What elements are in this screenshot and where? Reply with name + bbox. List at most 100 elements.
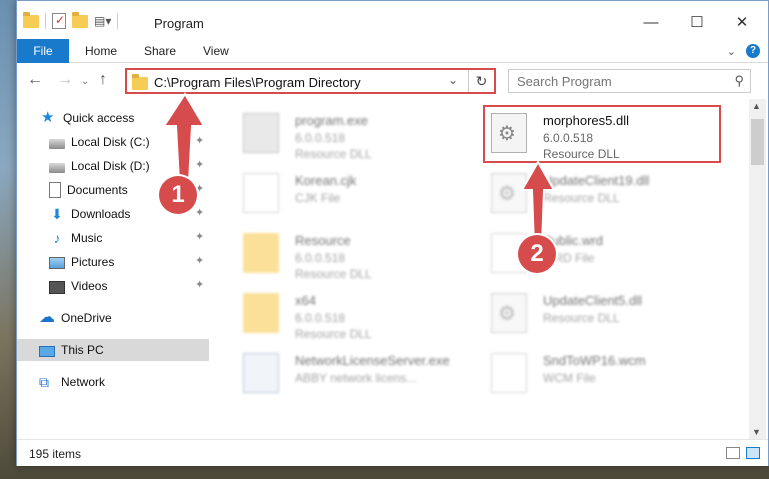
- pin-icon[interactable]: ✦: [195, 254, 204, 267]
- sidebar-item-label: Local Disk (D:): [71, 159, 150, 173]
- computer-icon: [39, 345, 55, 357]
- minimize-button[interactable]: —: [631, 9, 671, 37]
- folder-icon[interactable]: [23, 11, 39, 28]
- dll-icon: [491, 293, 527, 333]
- sidebar-item-pictures[interactable]: Pictures ✦: [49, 251, 219, 273]
- refresh-icon[interactable]: ↻: [468, 70, 494, 92]
- sidebar-item-label: Network: [61, 375, 106, 389]
- back-arrow-icon[interactable]: ←: [27, 71, 43, 89]
- file-type: WCM File: [543, 371, 596, 385]
- exe-icon: [243, 113, 279, 153]
- vertical-scrollbar[interactable]: ▲ ▼: [749, 99, 766, 439]
- step-callout-2: 2: [518, 235, 556, 273]
- properties-icon[interactable]: [52, 13, 66, 29]
- sidebar-item-label: Downloads: [71, 207, 131, 221]
- file-type: ABBY network licens...: [295, 371, 417, 385]
- file-name: UpdateClient19.dll: [543, 173, 650, 188]
- file-item[interactable]: Korean.cjk CJK File: [235, 165, 465, 223]
- sidebar-item-label: Documents: [67, 183, 128, 197]
- download-icon: ⬇: [51, 206, 63, 222]
- sidebar-item-onedrive[interactable]: ☁ OneDrive: [39, 307, 231, 329]
- file-name: UpdateClient5.dll: [543, 293, 643, 308]
- customize-toolbar-icon[interactable]: ▤▾: [94, 14, 111, 28]
- address-bar[interactable]: C:\Program Files\Program Directory ⌄ ↻: [125, 68, 496, 94]
- sidebar-item-network[interactable]: ⧉ Network: [39, 371, 231, 393]
- scroll-thumb[interactable]: [751, 119, 764, 165]
- tab-share[interactable]: Share: [144, 39, 176, 63]
- sidebar-item-label: This PC: [61, 343, 104, 357]
- file-item[interactable]: program.exe 6.0.0.518 Resource DLL: [235, 105, 465, 163]
- file-name: Korean.cjk: [295, 173, 357, 188]
- forward-arrow-icon[interactable]: →: [57, 71, 73, 89]
- search-box[interactable]: ⚲: [508, 69, 751, 93]
- scroll-up-icon[interactable]: ▲: [752, 101, 761, 111]
- status-bar: 195 items: [17, 439, 768, 466]
- videos-icon: [49, 280, 65, 294]
- folder-icon: [243, 293, 279, 333]
- document-icon: [49, 182, 61, 198]
- file-type: Resource DLL: [295, 327, 372, 341]
- file-name: NetworkLicenseServer.exe: [295, 353, 450, 368]
- chevron-down-icon[interactable]: ⌄: [448, 73, 458, 87]
- ribbon-tabs: File Home Share View ⌄ ?: [17, 39, 768, 97]
- step-callout-1: 1: [159, 176, 197, 214]
- explorer-window: ▤▾ Program — ☐ ✕ File Home Share View ⌄ …: [16, 0, 769, 466]
- file-item[interactable]: Resource 6.0.0.518 Resource DLL: [235, 225, 465, 283]
- sidebar-item-videos[interactable]: Videos ✦: [49, 275, 219, 297]
- file-type: Resource DLL: [295, 147, 372, 161]
- file-version: 6.0.0.518: [295, 131, 346, 145]
- file-item[interactable]: SndToWP16.wcm WCM File: [483, 345, 713, 403]
- separator: [45, 13, 46, 29]
- pin-icon[interactable]: ✦: [195, 230, 204, 243]
- close-button[interactable]: ✕: [722, 9, 762, 37]
- large-icons-view-icon[interactable]: [746, 447, 760, 459]
- pictures-icon: [49, 257, 65, 269]
- file-name: Resource: [295, 233, 351, 248]
- file-name: program.exe: [295, 113, 368, 128]
- address-path[interactable]: C:\Program Files\Program Directory: [154, 75, 361, 90]
- separator: [117, 13, 119, 29]
- window-icon: [243, 353, 279, 393]
- window-title: Program: [154, 16, 204, 31]
- sidebar-item-label: Videos: [71, 279, 108, 293]
- tab-home[interactable]: Home: [85, 39, 117, 63]
- sidebar-item-label: Pictures: [71, 255, 115, 269]
- drive-icon: [49, 162, 65, 173]
- file-item[interactable]: NetworkLicenseServer.exe ABBY network li…: [235, 345, 465, 403]
- pin-icon[interactable]: ✦: [195, 206, 204, 219]
- file-icon: [491, 353, 527, 393]
- recent-locations-icon[interactable]: ⌄: [81, 76, 89, 87]
- up-arrow-icon[interactable]: ↑: [99, 71, 107, 89]
- expand-ribbon-icon[interactable]: ⌄: [727, 45, 736, 58]
- view-toggles: [726, 447, 760, 459]
- title-bar: ▤▾ Program — ☐ ✕: [17, 1, 768, 39]
- sidebar-item-music[interactable]: ♪ Music ✦: [49, 227, 219, 249]
- sidebar-item-label: Music: [71, 231, 103, 245]
- maximize-button[interactable]: ☐: [677, 9, 717, 37]
- details-view-icon[interactable]: [726, 447, 740, 459]
- file-name: x64: [295, 293, 316, 308]
- quick-access-toolbar: ▤▾: [23, 11, 119, 29]
- file-type: Resource DLL: [543, 311, 620, 325]
- scroll-down-icon[interactable]: ▼: [752, 427, 761, 437]
- music-icon: ♪: [53, 230, 61, 246]
- ribbon-controls: ⌄ ?: [727, 44, 760, 58]
- file-item[interactable]: x64 6.0.0.518 Resource DLL: [235, 285, 465, 343]
- file-icon: [243, 173, 279, 213]
- sidebar-item-label: OneDrive: [61, 311, 112, 325]
- sidebar-item-this-pc[interactable]: This PC: [17, 339, 209, 361]
- file-version: 6.0.0.518: [295, 251, 346, 265]
- folder-icon: [243, 233, 279, 273]
- new-folder-icon[interactable]: [72, 11, 88, 28]
- folder-icon: [132, 74, 148, 90]
- pin-icon[interactable]: ✦: [195, 278, 204, 291]
- file-name: SndToWP16.wcm: [543, 353, 646, 368]
- search-input[interactable]: [517, 74, 717, 89]
- item-count: 195 items: [29, 447, 82, 461]
- file-version: 6.0.0.518: [295, 311, 346, 325]
- tab-view[interactable]: View: [203, 39, 229, 63]
- file-item[interactable]: UpdateClient5.dll Resource DLL: [483, 285, 713, 343]
- file-type: Resource DLL: [295, 267, 372, 281]
- search-icon[interactable]: ⚲: [734, 73, 744, 89]
- help-icon[interactable]: ?: [746, 44, 760, 58]
